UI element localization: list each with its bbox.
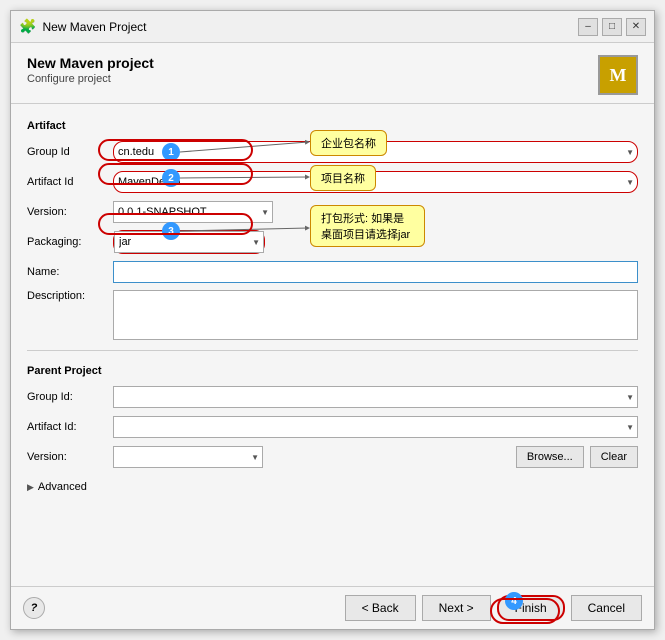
next-button[interactable]: Next > — [422, 595, 491, 621]
footer-left: ? — [23, 597, 45, 619]
artifact-id-label: Artifact Id — [27, 176, 107, 188]
clear-button[interactable]: Clear — [590, 446, 638, 468]
artifact-id-input[interactable] — [113, 171, 638, 193]
dialog-subtitle: Configure project — [27, 73, 154, 85]
group-id-row: Group Id ▼ — [27, 140, 638, 164]
dialog-header-left: New Maven project Configure project — [27, 55, 154, 85]
maven-icon: M — [598, 55, 638, 95]
name-row: Name: — [27, 260, 638, 284]
parent-group-id-label: Group Id: — [27, 391, 107, 403]
separator-1 — [27, 350, 638, 351]
version-select-wrapper[interactable]: 0.0.1-SNAPSHOT ▼ — [113, 201, 273, 223]
description-row: Description: — [27, 290, 638, 340]
parent-version-row: Version: ▼ Browse... Clear — [27, 445, 638, 469]
advanced-expand-icon: ▶ — [27, 482, 34, 493]
window-title: New Maven Project — [42, 20, 146, 34]
version-label: Version: — [27, 206, 107, 218]
dialog-footer: ? < Back Next > Finish Cancel — [11, 586, 654, 629]
parent-project-label: Parent Project — [27, 365, 638, 377]
packaging-select-wrapper[interactable]: jar war pom ▼ — [113, 230, 265, 254]
dialog-header: New Maven project Configure project M — [11, 43, 654, 104]
dialog-title: New Maven project — [27, 55, 154, 71]
title-bar-left: 🧩 New Maven Project — [19, 18, 146, 35]
minimize-button[interactable]: – — [578, 18, 598, 36]
packaging-select[interactable]: jar war pom — [114, 231, 264, 253]
parent-artifact-id-label: Artifact Id: — [27, 421, 107, 433]
advanced-row[interactable]: ▶ Advanced — [27, 481, 638, 493]
dialog-content: Artifact Group Id ▼ Artifact Id ▼ Versio… — [11, 104, 654, 586]
parent-group-id-input[interactable] — [113, 386, 638, 408]
parent-group-id-select-wrapper[interactable]: ▼ — [113, 386, 638, 408]
footer-right: < Back Next > Finish Cancel — [345, 595, 642, 621]
packaging-row: Packaging: jar war pom ▼ — [27, 230, 638, 254]
name-input[interactable] — [113, 261, 638, 283]
parent-version-label: Version: — [27, 451, 107, 463]
parent-artifact-id-select-wrapper[interactable]: ▼ — [113, 416, 638, 438]
close-button[interactable]: ✕ — [626, 18, 646, 36]
description-input[interactable] — [113, 290, 638, 340]
maven-letter: M — [610, 65, 627, 86]
artifact-id-row: Artifact Id ▼ — [27, 170, 638, 194]
parent-artifact-id-row: Artifact Id: ▼ — [27, 415, 638, 439]
cancel-button[interactable]: Cancel — [571, 595, 642, 621]
title-bar: 🧩 New Maven Project – □ ✕ — [11, 11, 654, 43]
advanced-label: Advanced — [38, 481, 87, 493]
parent-group-id-row: Group Id: ▼ — [27, 385, 638, 409]
finish-button[interactable]: Finish — [497, 595, 565, 621]
version-row: Version: 0.0.1-SNAPSHOT ▼ — [27, 200, 638, 224]
description-label: Description: — [27, 290, 107, 302]
group-id-label: Group Id — [27, 146, 107, 158]
title-bar-controls: – □ ✕ — [578, 18, 646, 36]
artifact-id-select-wrapper[interactable]: ▼ — [113, 171, 638, 193]
parent-version-select-wrapper[interactable]: ▼ — [113, 446, 263, 468]
help-button[interactable]: ? — [23, 597, 45, 619]
window-icon: 🧩 — [19, 18, 36, 35]
name-label: Name: — [27, 266, 107, 278]
group-id-input[interactable] — [113, 141, 638, 163]
packaging-label: Packaging: — [27, 236, 107, 248]
back-button[interactable]: < Back — [345, 595, 416, 621]
dialog-window: 🧩 New Maven Project – □ ✕ New Maven proj… — [10, 10, 655, 630]
parent-artifact-id-input[interactable] — [113, 416, 638, 438]
artifact-section-label: Artifact — [27, 120, 638, 132]
maximize-button[interactable]: □ — [602, 18, 622, 36]
browse-button[interactable]: Browse... — [516, 446, 584, 468]
group-id-select-wrapper[interactable]: ▼ — [113, 141, 638, 163]
parent-version-select[interactable] — [113, 446, 263, 468]
version-select[interactable]: 0.0.1-SNAPSHOT — [113, 201, 273, 223]
